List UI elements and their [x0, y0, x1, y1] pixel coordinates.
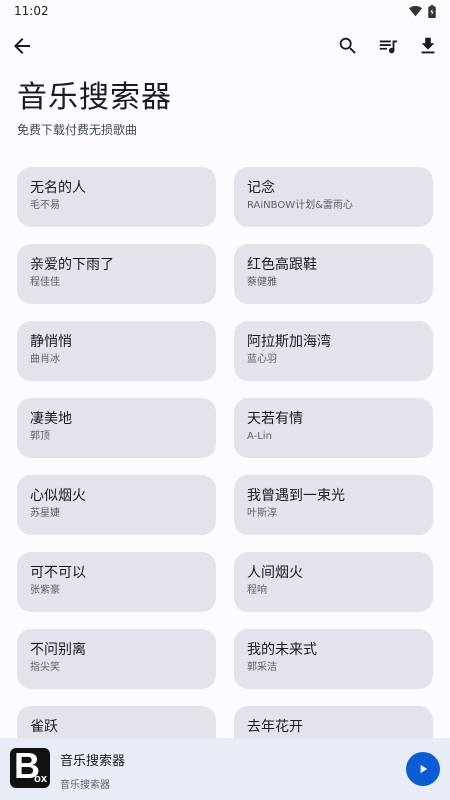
song-title: 可不可以 [30, 565, 86, 581]
battery-icon [428, 4, 436, 18]
search-icon [339, 37, 356, 54]
search-button[interactable] [336, 34, 360, 58]
song-artist: 蔡健雅 [247, 277, 277, 288]
song-title: 阿拉斯加海湾 [247, 334, 331, 350]
song-card[interactable]: 我的未来式 郭采洁 [234, 629, 433, 689]
queue-music-icon [379, 40, 398, 54]
song-card[interactable]: 不问别离 指尖笑 [17, 629, 216, 689]
song-card[interactable]: 红色高跟鞋 蔡健雅 [234, 244, 433, 304]
song-title: 静悄悄 [30, 334, 72, 350]
arrow-back-icon [14, 38, 30, 54]
song-title: 心似烟火 [30, 488, 86, 504]
back-button[interactable] [10, 34, 34, 58]
song-card[interactable]: 凄美地 郭顶 [17, 398, 216, 458]
song-artist: RAiNBOW计划&雷雨心 [247, 200, 353, 211]
page-subtitle: 免费下载付费无损歌曲 [17, 123, 138, 137]
song-artist: 指尖笑 [30, 662, 60, 673]
song-card[interactable]: 天若有情 A-Lin [234, 398, 433, 458]
download-button[interactable] [416, 34, 440, 58]
song-artist: 张紫豪 [30, 585, 60, 596]
status-bar: 11:02 [0, 0, 450, 22]
song-artist: 苏星婕 [30, 508, 60, 519]
playlist-button[interactable] [376, 34, 400, 58]
song-title: 我的未来式 [247, 642, 317, 658]
player-subtitle: 音乐搜索器 [60, 780, 110, 791]
song-artist: 毛不易 [30, 200, 60, 211]
song-card[interactable]: 可不可以 张紫豪 [17, 552, 216, 612]
song-card[interactable]: 阿拉斯加海湾 蓝心羽 [234, 321, 433, 381]
song-card[interactable]: 记念 RAiNBOW计划&雷雨心 [234, 167, 433, 227]
song-artist: 程佳佳 [30, 277, 60, 288]
song-title: 天若有情 [247, 411, 303, 427]
song-card[interactable]: 无名的人 毛不易 [17, 167, 216, 227]
song-title: 亲爱的下雨了 [30, 257, 114, 273]
song-title: 凄美地 [30, 411, 72, 427]
song-artist: 郭顶 [30, 431, 50, 442]
player-title: 音乐搜索器 [60, 754, 126, 769]
song-title: 人间烟火 [247, 565, 303, 581]
song-artist: 叶斯淳 [247, 508, 277, 519]
play-button[interactable] [406, 752, 440, 786]
song-card[interactable]: 我曾遇到一束光 叶斯淳 [234, 475, 433, 535]
song-title: 红色高跟鞋 [247, 257, 317, 273]
song-title: 记念 [247, 180, 275, 196]
song-artist: 程响 [247, 585, 267, 596]
status-time: 11:02 [14, 4, 49, 18]
song-title: 我曾遇到一束光 [247, 488, 345, 504]
song-artist: 曲肖冰 [30, 354, 60, 365]
song-title: 无名的人 [30, 180, 86, 196]
download-icon [421, 37, 435, 54]
song-card[interactable]: 亲爱的下雨了 程佳佳 [17, 244, 216, 304]
app-bar [0, 22, 450, 70]
page-title: 音乐搜索器 [17, 80, 172, 115]
song-title: 不问别离 [30, 642, 86, 658]
song-artist: 郭采洁 [247, 662, 277, 673]
song-card[interactable]: 静悄悄 曲肖冰 [17, 321, 216, 381]
song-title: 去年花开 [247, 719, 303, 735]
play-icon [420, 764, 428, 774]
song-artist: 蓝心羽 [247, 354, 277, 365]
song-card[interactable]: 人间烟火 程响 [234, 552, 433, 612]
mini-player[interactable]: B ox 音乐搜索器 音乐搜索器 [0, 738, 450, 800]
song-grid: 无名的人 毛不易 记念 RAiNBOW计划&雷雨心 亲爱的下雨了 程佳佳 红色高… [17, 167, 433, 766]
wifi-icon [409, 5, 422, 16]
song-title: 雀跃 [30, 719, 58, 735]
song-card[interactable]: 心似烟火 苏星婕 [17, 475, 216, 535]
app-logo: B ox [10, 748, 50, 788]
song-artist: A-Lin [247, 431, 272, 442]
